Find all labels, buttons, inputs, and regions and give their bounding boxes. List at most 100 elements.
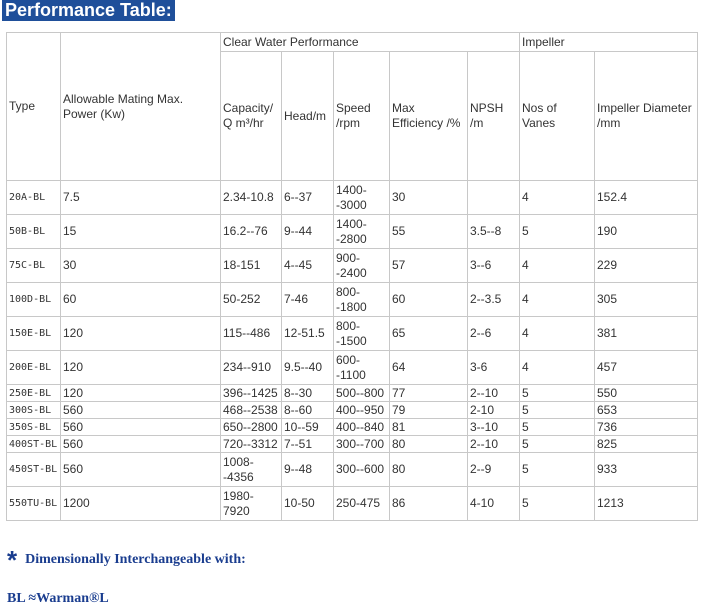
cell-capacity: 1008--4356 xyxy=(220,452,282,487)
cell-speed: 1400--2800 xyxy=(333,214,390,249)
header-power: Allowable Mating Max. Power (Kw) xyxy=(60,32,221,181)
cell-vanes: 4 xyxy=(519,248,595,283)
cell-speed: 300--700 xyxy=(333,435,390,453)
header-npsh: NPSH /m xyxy=(467,51,520,181)
cell-speed: 900--2400 xyxy=(333,248,390,283)
cell-head: 9--44 xyxy=(281,214,334,249)
cell-efficiency: 65 xyxy=(389,316,468,351)
cell-efficiency: 86 xyxy=(389,486,468,521)
cell-type: 100D-BL xyxy=(6,282,61,317)
cell-diameter: 457 xyxy=(594,350,698,385)
cell-power: 120 xyxy=(60,316,221,351)
cell-head: 12-51.5 xyxy=(281,316,334,351)
cell-npsh xyxy=(467,180,520,215)
cell-capacity: 1980-7920 xyxy=(220,486,282,521)
cell-diameter: 653 xyxy=(594,401,698,419)
cell-speed: 800--1800 xyxy=(333,282,390,317)
cell-head: 7--51 xyxy=(281,435,334,453)
cell-type: 200E-BL xyxy=(6,350,61,385)
asterisk-icon: * xyxy=(7,545,18,575)
cell-efficiency: 80 xyxy=(389,435,468,453)
cell-diameter: 190 xyxy=(594,214,698,249)
cell-type: 450ST-BL xyxy=(6,452,61,487)
cell-efficiency: 60 xyxy=(389,282,468,317)
cell-capacity: 115--486 xyxy=(220,316,282,351)
header-speed: Speed /rpm xyxy=(333,51,390,181)
table-row: 50B-BL 15 16.2--76 9--44 1400--2800 55 3… xyxy=(6,214,698,249)
cell-power: 60 xyxy=(60,282,221,317)
interchangeable-note: * Dimensionally Interchangeable with: xyxy=(7,545,246,576)
cell-head: 10-50 xyxy=(281,486,334,521)
cell-capacity: 18-151 xyxy=(220,248,282,283)
performance-table: Type Allowable Mating Max. Power (Kw) Cl… xyxy=(6,32,698,521)
cell-head: 4--45 xyxy=(281,248,334,283)
cell-vanes: 5 xyxy=(519,418,595,436)
cell-type: 350S-BL xyxy=(6,418,61,436)
cell-head: 9.5--40 xyxy=(281,350,334,385)
cell-npsh: 4-10 xyxy=(467,486,520,521)
cell-npsh: 3--6 xyxy=(467,248,520,283)
cell-speed: 600--1100 xyxy=(333,350,390,385)
cell-capacity: 720--3312 xyxy=(220,435,282,453)
cell-diameter: 736 xyxy=(594,418,698,436)
cell-speed: 800--1500 xyxy=(333,316,390,351)
cell-npsh: 2--3.5 xyxy=(467,282,520,317)
header-efficiency: Max Efficiency /% xyxy=(389,51,468,181)
cell-efficiency: 30 xyxy=(389,180,468,215)
cell-power: 1200 xyxy=(60,486,221,521)
cell-diameter: 229 xyxy=(594,248,698,283)
page-title: Performance Table: xyxy=(2,0,175,21)
cell-head: 7-46 xyxy=(281,282,334,317)
cell-diameter: 381 xyxy=(594,316,698,351)
cell-npsh: 2--9 xyxy=(467,452,520,487)
header-head: Head/m xyxy=(281,51,334,181)
cell-speed: 400--840 xyxy=(333,418,390,436)
table-row: 400ST-BL 560 720--3312 7--51 300--700 80… xyxy=(6,435,698,453)
cell-power: 120 xyxy=(60,384,221,402)
cell-vanes: 4 xyxy=(519,180,595,215)
cell-capacity: 50-252 xyxy=(220,282,282,317)
cell-capacity: 2.34-10.8 xyxy=(220,180,282,215)
cell-power: 120 xyxy=(60,350,221,385)
cell-speed: 500--800 xyxy=(333,384,390,402)
cell-capacity: 396--1425 xyxy=(220,384,282,402)
cell-power: 560 xyxy=(60,401,221,419)
cell-vanes: 5 xyxy=(519,486,595,521)
cell-npsh: 2--6 xyxy=(467,316,520,351)
cell-head: 8--60 xyxy=(281,401,334,419)
cell-vanes: 4 xyxy=(519,282,595,317)
cell-type: 75C-BL xyxy=(6,248,61,283)
cell-efficiency: 79 xyxy=(389,401,468,419)
cell-npsh: 2-10 xyxy=(467,401,520,419)
cell-vanes: 5 xyxy=(519,214,595,249)
cell-capacity: 650--2800 xyxy=(220,418,282,436)
cell-diameter: 550 xyxy=(594,384,698,402)
cell-type: 50B-BL xyxy=(6,214,61,249)
cell-power: 7.5 xyxy=(60,180,221,215)
cell-power: 560 xyxy=(60,435,221,453)
cell-npsh: 3--10 xyxy=(467,418,520,436)
note-text: Dimensionally Interchangeable with: xyxy=(25,552,246,567)
cell-diameter: 305 xyxy=(594,282,698,317)
header-clear-water: Clear Water Performance xyxy=(220,32,520,52)
cell-efficiency: 55 xyxy=(389,214,468,249)
table-row: 450ST-BL 560 1008--4356 9--48 300--600 8… xyxy=(6,452,698,487)
table-row: 150E-BL 120 115--486 12-51.5 800--1500 6… xyxy=(6,316,698,351)
cell-type: 150E-BL xyxy=(6,316,61,351)
cell-type: 300S-BL xyxy=(6,401,61,419)
cell-speed: 1400--3000 xyxy=(333,180,390,215)
table-row: 200E-BL 120 234--910 9.5--40 600--1100 6… xyxy=(6,350,698,385)
table-row: 100D-BL 60 50-252 7-46 800--1800 60 2--3… xyxy=(6,282,698,317)
table-row: 75C-BL 30 18-151 4--45 900--2400 57 3--6… xyxy=(6,248,698,283)
cell-vanes: 5 xyxy=(519,452,595,487)
cell-power: 15 xyxy=(60,214,221,249)
bl-equivalence: BL ≈Warman®L xyxy=(7,591,109,606)
cell-power: 30 xyxy=(60,248,221,283)
header-vanes: Nos of Vanes xyxy=(519,51,595,181)
cell-head: 6--37 xyxy=(281,180,334,215)
cell-power: 560 xyxy=(60,452,221,487)
cell-capacity: 234--910 xyxy=(220,350,282,385)
cell-type: 550TU-BL xyxy=(6,486,61,521)
header-impeller: Impeller xyxy=(519,32,698,52)
table-row: 350S-BL 560 650--2800 10--59 400--840 81… xyxy=(6,418,698,436)
